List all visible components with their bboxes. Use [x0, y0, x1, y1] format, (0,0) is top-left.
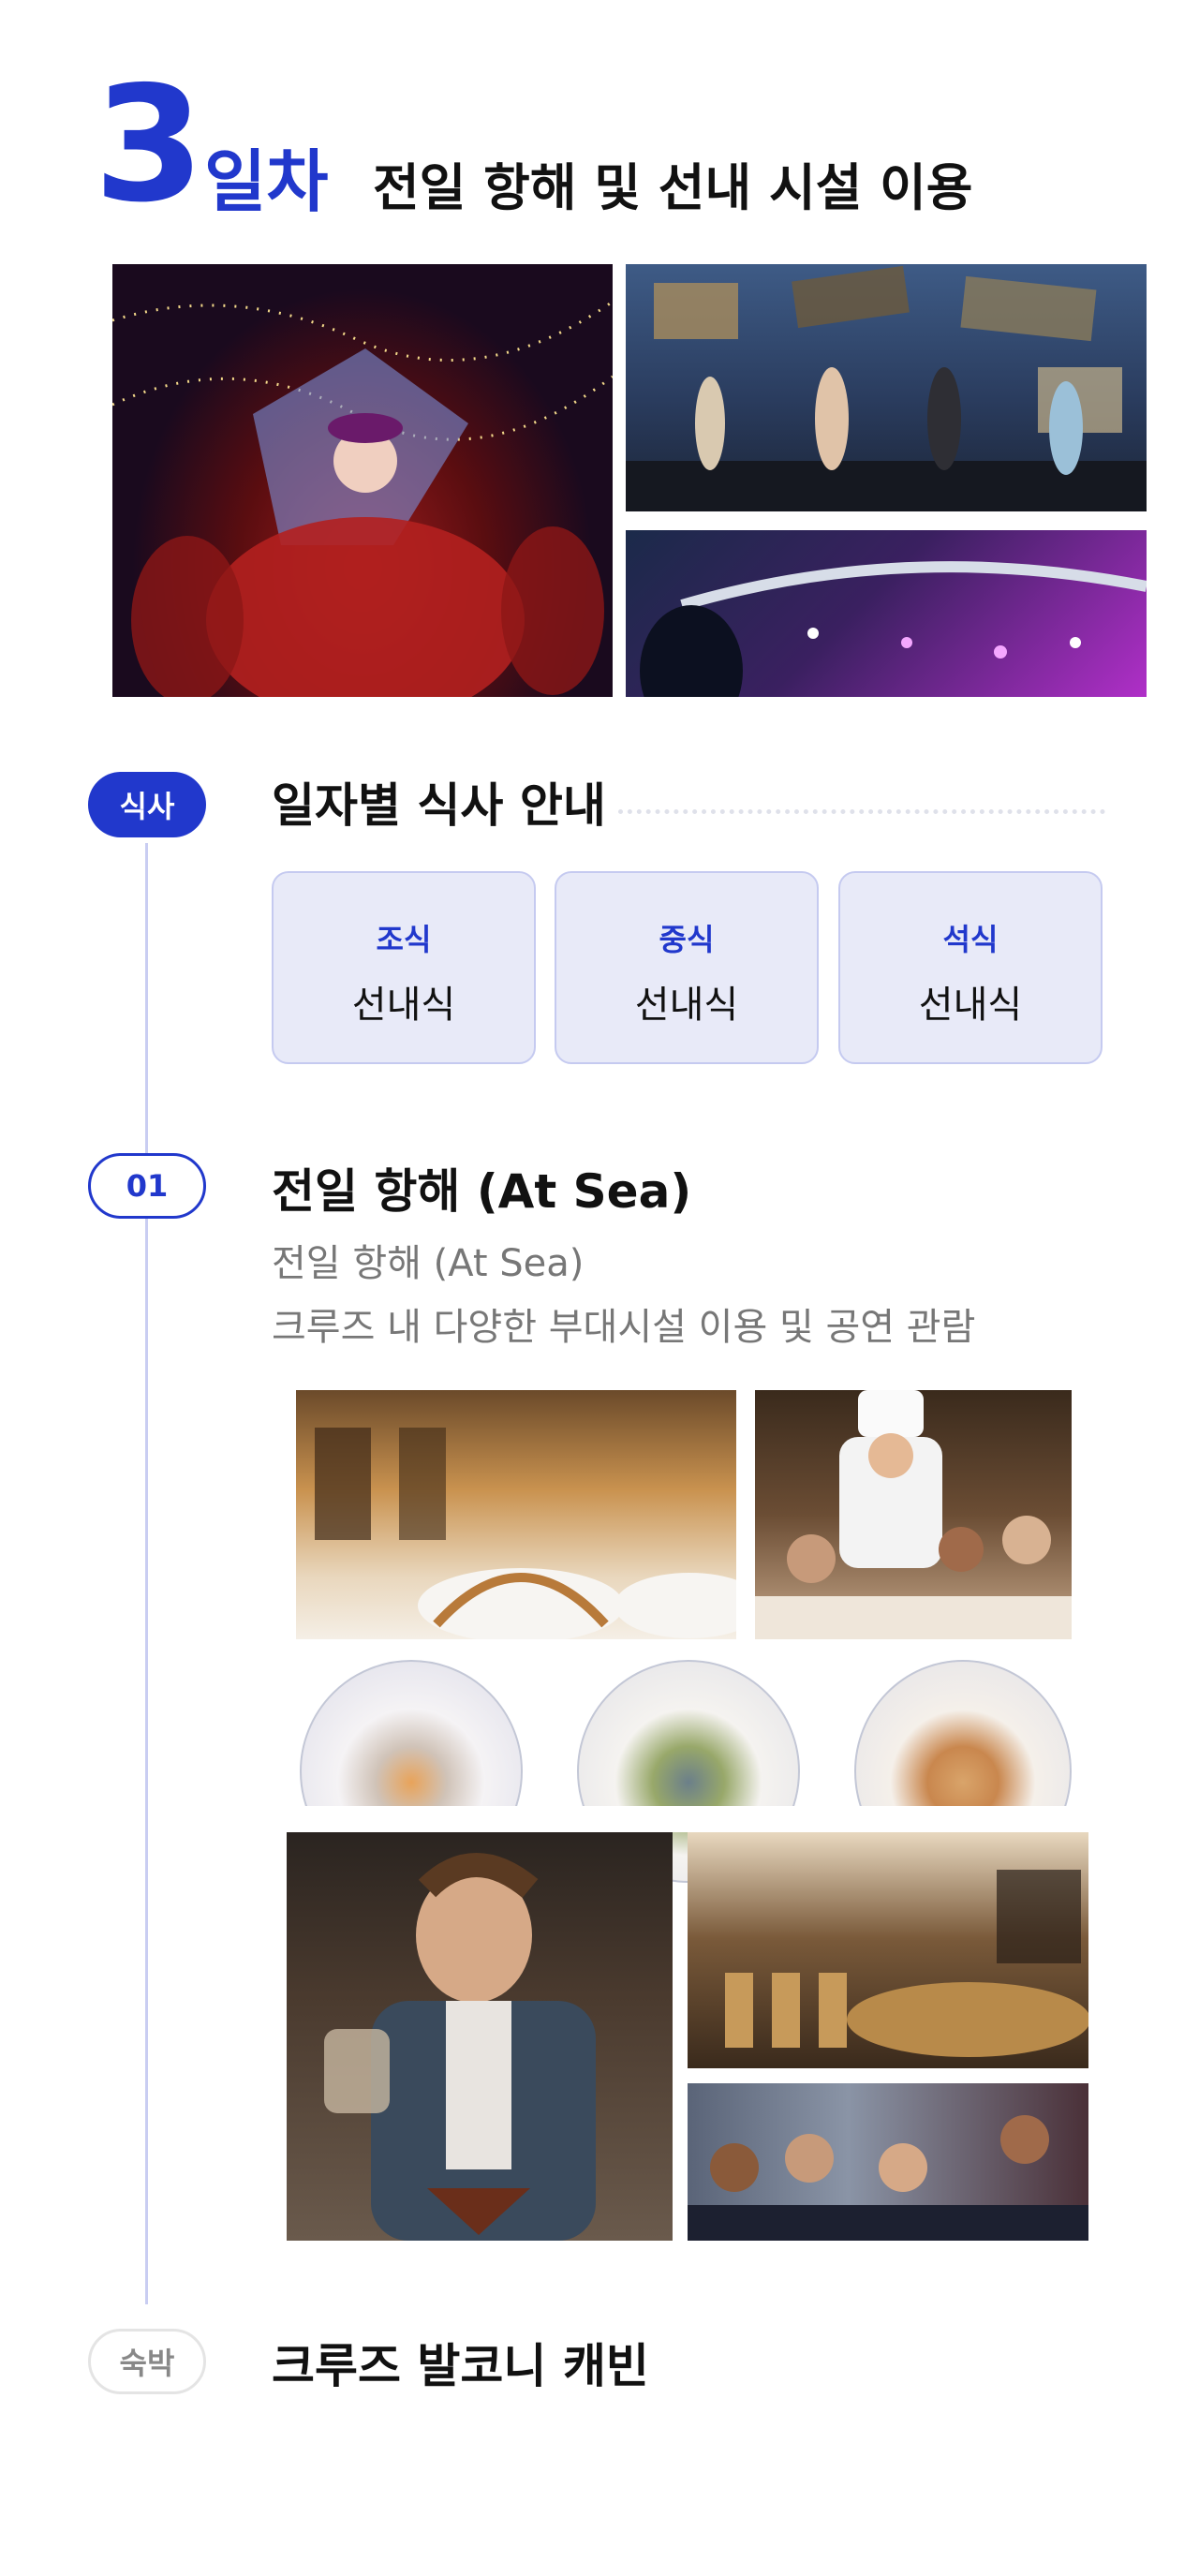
meal-card-lunch: 중식 선내식	[555, 871, 819, 1064]
carnival-show-art	[112, 300, 613, 697]
meal-label: 석식	[942, 922, 999, 957]
day-word: 일차	[204, 142, 329, 221]
timeline-line	[145, 843, 148, 2304]
meal-section-title: 일자별 식사 안내	[272, 778, 606, 833]
bartender-photo	[287, 1832, 673, 2241]
stay-title: 크루즈 발코니 캐빈	[272, 2339, 649, 2393]
activity-line-1: 전일 항해 (At Sea)	[272, 1242, 585, 1285]
meal-value: 선내식	[634, 984, 739, 1027]
title-divider-dots	[618, 809, 1105, 814]
day-number: 3	[94, 52, 204, 238]
meal-card-dinner: 석식 선내식	[838, 871, 1103, 1064]
activity-line-2: 크루즈 내 다양한 부대시설 이용 및 공연 관람	[272, 1306, 976, 1349]
bartender-art	[324, 1853, 596, 2241]
concert-lights-art	[640, 561, 1147, 697]
bar-guests-photo	[688, 2083, 1088, 2241]
meal-value: 선내식	[351, 984, 456, 1027]
meal-value: 선내식	[918, 984, 1023, 1027]
dining-room-photo	[296, 1390, 736, 1639]
meal-card-breakfast: 조식 선내식	[272, 871, 536, 1064]
activity-title: 전일 항해 (At Sea)	[272, 1164, 692, 1219]
concert-lights-photo	[626, 530, 1147, 697]
bar-guests-art	[688, 2115, 1088, 2241]
activity-badge: 01	[88, 1153, 206, 1219]
stay-badge: 숙박	[88, 2329, 206, 2394]
day-subtitle: 전일 항해 및 선내 시설 이용	[373, 158, 973, 217]
musical-stage-art	[626, 265, 1147, 511]
meal-badge: 식사	[88, 772, 206, 837]
meal-label: 중식	[659, 922, 715, 957]
meal-label: 조식	[376, 922, 432, 957]
dish-photo-mask	[281, 1806, 1105, 1832]
carnival-show-photo	[112, 264, 613, 697]
bar-lounge-photo	[688, 1832, 1088, 2068]
bar-lounge-art	[725, 1870, 1088, 2057]
chef-table-art	[755, 1390, 1072, 1639]
musical-stage-photo	[626, 264, 1147, 511]
dining-room-art	[315, 1428, 736, 1639]
chef-table-photo	[755, 1390, 1072, 1639]
